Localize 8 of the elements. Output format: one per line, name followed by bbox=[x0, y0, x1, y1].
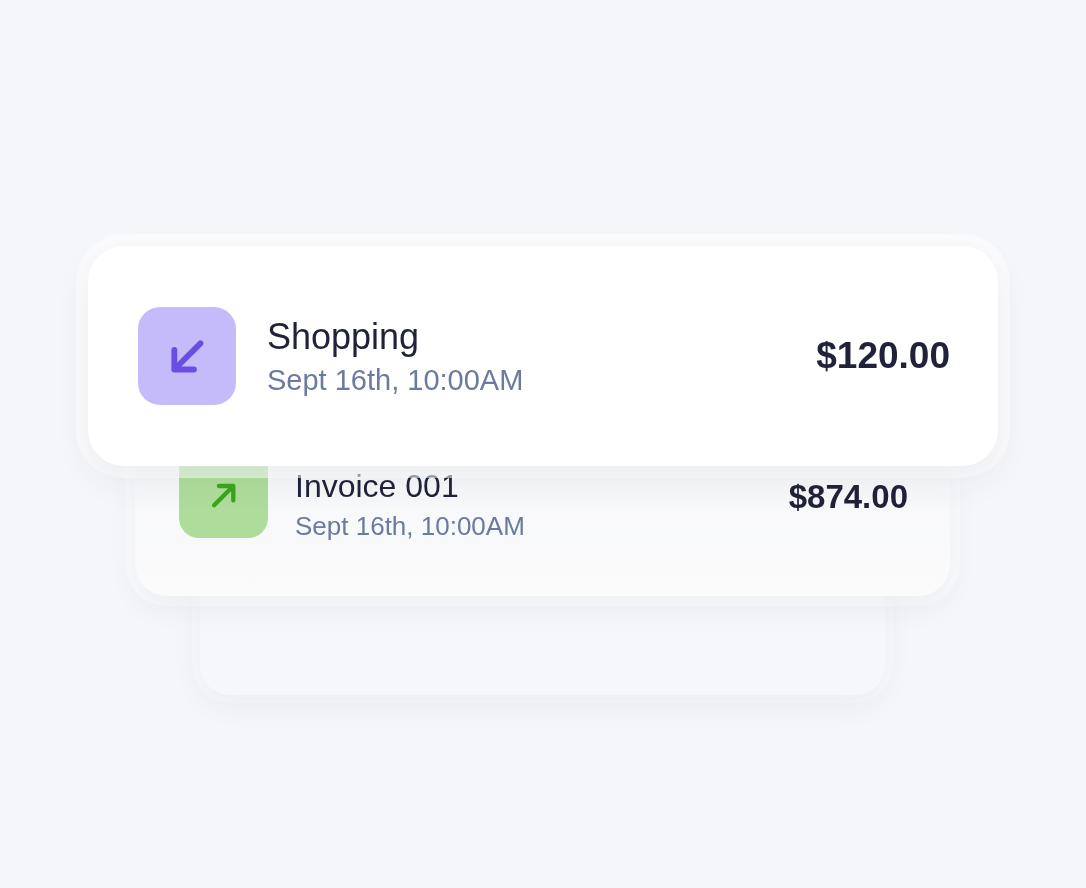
transaction-card[interactable]: Invoice 001 Sept 16th, 10:00AM $874.00 bbox=[135, 466, 950, 596]
transaction-card[interactable]: Shopping Sept 16th, 10:00AM $120.00 bbox=[88, 246, 998, 466]
transaction-title: Invoice 001 bbox=[295, 468, 460, 505]
transaction-title: Shopping bbox=[267, 315, 421, 358]
transaction-amount: $874.00 bbox=[788, 478, 908, 516]
transaction-date: Sept 16th, 10:00AM bbox=[267, 363, 525, 397]
transaction-date: Sept 16th, 10:00AM bbox=[295, 511, 526, 542]
transaction-amount: $120.00 bbox=[816, 335, 950, 377]
